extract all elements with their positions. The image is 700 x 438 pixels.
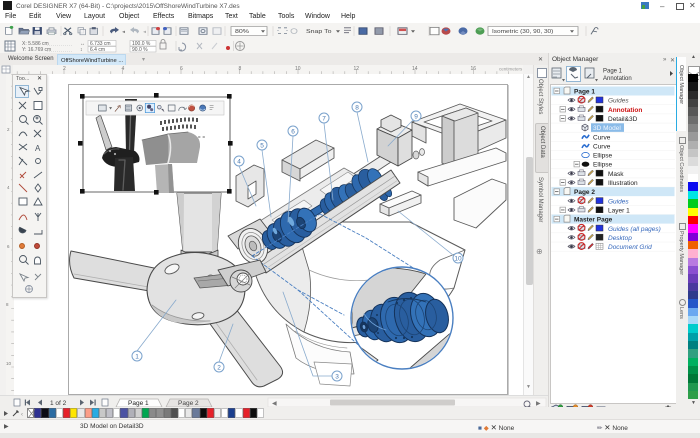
svg-text:3: 3 (335, 374, 339, 381)
svg-text:4: 4 (122, 66, 125, 72)
svg-text:Ellipse: Ellipse (593, 153, 613, 160)
svg-text:Guides (all pages): Guides (all pages) (608, 226, 661, 233)
svg-text:Mask: Mask (608, 171, 624, 178)
svg-text:8: 8 (355, 105, 359, 112)
svg-text:10: 10 (6, 361, 12, 366)
svg-text:6: 6 (180, 66, 183, 72)
svg-text:5: 5 (260, 143, 264, 150)
svg-text:2: 2 (63, 66, 66, 72)
svg-text:8: 8 (239, 66, 242, 72)
svg-text:Page 2: Page 2 (178, 400, 199, 407)
svg-text:Annotation: Annotation (603, 76, 632, 82)
svg-text:16: 16 (471, 66, 477, 72)
svg-text:6: 6 (291, 129, 295, 136)
svg-text:Layer 1: Layer 1 (608, 207, 630, 214)
svg-text:Page 2: Page 2 (574, 189, 595, 196)
svg-text:80%: 80% (235, 29, 249, 35)
svg-text:Annotation: Annotation (608, 107, 642, 114)
svg-text:12: 12 (354, 66, 360, 72)
svg-text:Master Page: Master Page (574, 217, 613, 224)
svg-text:9: 9 (414, 114, 418, 121)
svg-text:14: 14 (412, 66, 418, 72)
svg-text:10: 10 (295, 66, 301, 72)
svg-text:8: 8 (6, 302, 9, 307)
svg-text:4: 4 (7, 185, 10, 190)
svg-text:Snap To: Snap To (306, 29, 332, 35)
svg-text:10: 10 (454, 256, 462, 263)
svg-text:Desktop: Desktop (608, 235, 632, 242)
svg-text:A: A (35, 144, 41, 153)
svg-text:Isometric (30, 90, 30): Isometric (30, 90, 30) (492, 30, 553, 35)
svg-text:1: 1 (135, 354, 139, 361)
svg-text:Document Grid: Document Grid (608, 244, 652, 251)
svg-text:Ellipse: Ellipse (593, 162, 613, 169)
svg-text:Guides: Guides (608, 198, 629, 205)
svg-text:Curve: Curve (593, 143, 611, 150)
svg-text:Page 1: Page 1 (603, 69, 623, 75)
svg-text:7: 7 (322, 116, 326, 123)
svg-text:Page 1: Page 1 (574, 89, 595, 96)
svg-text:Page 1: Page 1 (128, 400, 149, 407)
svg-text:‹: ‹ (21, 412, 23, 418)
svg-text:2: 2 (7, 127, 10, 132)
svg-text:Illustration: Illustration (608, 180, 638, 187)
svg-text:Detail&3D: Detail&3D (608, 116, 638, 123)
svg-text:3D Model: 3D Model (593, 125, 621, 132)
svg-text:Guides: Guides (608, 98, 629, 105)
svg-text:4: 4 (237, 159, 241, 166)
svg-text:1 of 2: 1 of 2 (50, 400, 67, 407)
svg-text:centimeters: centimeters (499, 67, 523, 72)
svg-text:Curve: Curve (593, 134, 611, 141)
svg-text:2: 2 (217, 365, 221, 372)
svg-text:6: 6 (7, 244, 10, 249)
